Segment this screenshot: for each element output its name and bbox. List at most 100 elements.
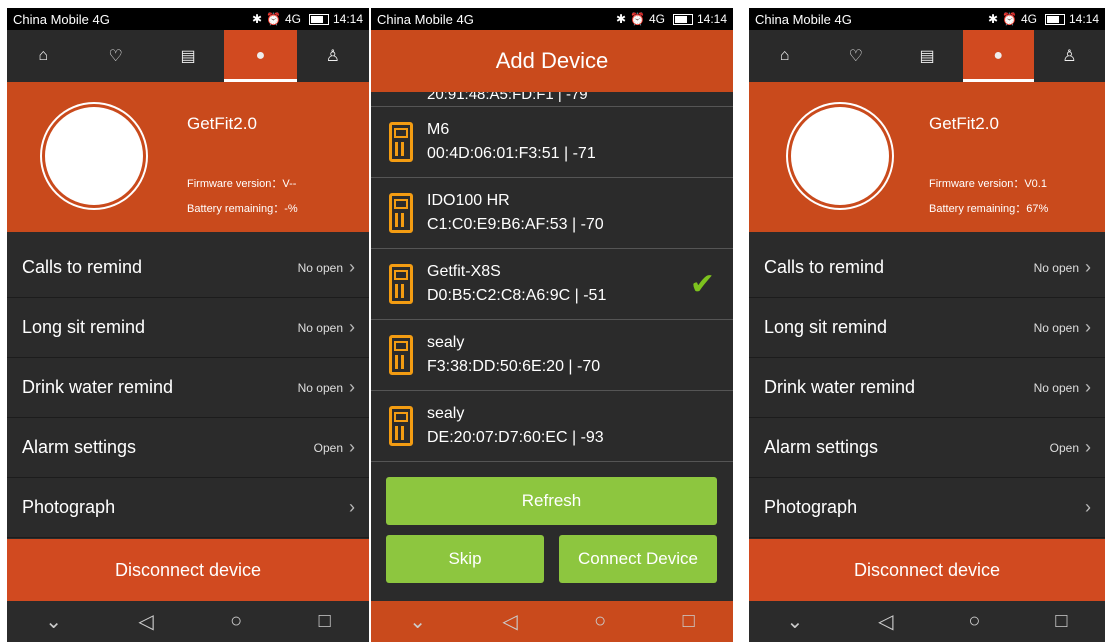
device-phone-icon — [389, 335, 413, 375]
row-value: No open — [1033, 320, 1079, 335]
phone-screen-settings-disconnected: China Mobile 4G ✱ ⏰ 4G 14:14 ⌂ ♡ ▤ ● ♙ G… — [7, 8, 369, 642]
disconnect-device-button[interactable]: Disconnect device — [749, 539, 1105, 601]
device-phone-icon — [389, 193, 413, 233]
row-label: Long sit remind — [22, 317, 146, 337]
device-detail: 00:4D:06:01:F3:51 | -71 — [427, 145, 596, 162]
device-name: sealy — [427, 405, 465, 422]
device-phone-icon — [389, 122, 413, 162]
row-photograph[interactable]: Photograph › — [749, 478, 1105, 538]
tab-device[interactable]: ● — [962, 30, 1035, 82]
skip-button[interactable]: Skip — [386, 535, 544, 583]
tab-device[interactable]: ● — [224, 30, 298, 82]
tab-home[interactable]: ⌂ — [7, 30, 79, 82]
row-value: No open — [297, 380, 343, 395]
profile-icon: ♙ — [1062, 48, 1077, 65]
profile-icon: ♙ — [325, 48, 340, 65]
row-label: Calls to remind — [764, 257, 885, 277]
list-item-device[interactable]: sealy DE:20:07:D7:60:EC | -93 — [371, 391, 733, 462]
list-item-device[interactable]: sealy F3:38:DD:50:6E:20 | -70 — [371, 320, 733, 391]
row-value: No open — [297, 260, 343, 275]
list-item-device[interactable]: M6 00:4D:06:01:F3:51 | -71 — [371, 107, 733, 178]
home-icon: ⌂ — [38, 47, 49, 64]
home-circle-icon[interactable]: ○ — [594, 610, 606, 633]
row-alarm-settings[interactable]: Alarm settings Open › — [7, 418, 369, 478]
device-avatar — [791, 107, 889, 205]
tab-profile[interactable]: ♙ — [1034, 30, 1105, 82]
battery-remaining: Battery remaining：-% — [187, 203, 298, 215]
row-label: Photograph — [22, 497, 116, 517]
firmware-version: Firmware version：V-- — [187, 178, 297, 190]
carrier-label: China Mobile 4G — [755, 11, 852, 27]
tab-report[interactable]: ▤ — [152, 30, 224, 82]
clock: 14:14 — [1068, 12, 1099, 26]
recent-apps-icon[interactable]: □ — [683, 610, 695, 633]
row-drink-water-remind[interactable]: Drink water remind No open › — [7, 358, 369, 418]
battery-icon — [672, 13, 693, 25]
tab-home[interactable]: ⌂ — [749, 30, 820, 82]
connect-device-button[interactable]: Connect Device — [559, 535, 717, 583]
back-icon[interactable]: ◁ — [502, 609, 517, 634]
row-photograph[interactable]: Photograph › — [7, 478, 369, 538]
device-name: sealy — [427, 334, 465, 351]
row-label: Drink water remind — [22, 377, 174, 397]
page-title: Add Device — [371, 30, 733, 92]
home-icon: ⌂ — [779, 47, 790, 64]
refresh-button[interactable]: Refresh — [386, 477, 717, 525]
heart-rate-icon: ♡ — [108, 48, 123, 65]
home-circle-icon[interactable]: ○ — [230, 610, 242, 633]
firmware-version: Firmware version：V0.1 — [929, 178, 1047, 190]
row-long-sit-remind[interactable]: Long sit remind No open › — [749, 298, 1105, 358]
device-name: M6 — [427, 121, 450, 138]
bluetooth-icon: ✱ — [987, 12, 998, 26]
alarm-icon: ⏰ — [1002, 12, 1017, 26]
document-icon: ▤ — [180, 48, 196, 65]
network-label: 4G — [648, 12, 665, 26]
android-nav-bar: ⌄ ◁ ○ □ — [749, 601, 1105, 642]
network-label: 4G — [284, 12, 301, 26]
bluetooth-icon: ✱ — [251, 12, 262, 26]
row-long-sit-remind[interactable]: Long sit remind No open › — [7, 298, 369, 358]
chevron-right-icon: › — [1085, 497, 1091, 517]
tab-heart-rate[interactable]: ♡ — [79, 30, 151, 82]
tab-heart-rate[interactable]: ♡ — [820, 30, 891, 82]
home-circle-icon[interactable]: ○ — [968, 610, 980, 633]
checkmark-icon: ✔ — [689, 268, 715, 301]
recent-apps-icon[interactable]: □ — [1055, 610, 1067, 633]
row-label: Drink water remind — [764, 377, 916, 397]
chevron-right-icon: › — [349, 317, 355, 337]
tab-bar: ⌂ ♡ ▤ ● ♙ — [749, 30, 1105, 82]
android-nav-bar: ⌄ ◁ ○ □ — [7, 601, 369, 642]
row-value: No open — [1033, 380, 1079, 395]
tab-report[interactable]: ▤ — [891, 30, 962, 82]
status-bar: China Mobile 4G ✱ ⏰ 4G 14:14 — [749, 8, 1105, 30]
alarm-icon: ⏰ — [266, 12, 281, 26]
row-calls-to-remind[interactable]: Calls to remind No open › — [749, 238, 1105, 298]
row-alarm-settings[interactable]: Alarm settings Open › — [749, 418, 1105, 478]
row-drink-water-remind[interactable]: Drink water remind No open › — [749, 358, 1105, 418]
status-bar: China Mobile 4G ✱ ⏰ 4G 14:14 — [7, 8, 369, 30]
list-item-device[interactable]: IDO100 HR C1:C0:E9:B6:AF:53 | -70 — [371, 178, 733, 249]
disconnect-device-button[interactable]: Disconnect device — [7, 539, 369, 601]
row-label: Photograph — [764, 497, 858, 517]
heart-rate-icon: ♡ — [848, 48, 863, 65]
tab-bar: ⌂ ♡ ▤ ● ♙ — [7, 30, 369, 82]
back-icon[interactable]: ◁ — [138, 609, 153, 634]
device-info-panel: GetFit2.0 Firmware version：V-- Battery r… — [7, 82, 369, 232]
device-icon: ● — [255, 47, 266, 64]
phone-screen-add-device: China Mobile 4G ✱ ⏰ 4G 14:14 Add Device … — [371, 8, 733, 642]
row-calls-to-remind[interactable]: Calls to remind No open › — [7, 238, 369, 298]
list-item-device-selected[interactable]: Getfit-X8S D0:B5:C2:C8:A6:9C | -51 ✔ — [371, 249, 733, 320]
device-list: 20:91:48:A5:FD:F1 | -79 M6 00:4D:06:01:F3… — [371, 92, 733, 472]
chevron-down-icon[interactable]: ⌄ — [45, 609, 62, 634]
device-icon: ● — [993, 47, 1004, 64]
chevron-down-icon[interactable]: ⌄ — [786, 609, 803, 634]
battery-remaining: Battery remaining：67% — [929, 203, 1049, 215]
recent-apps-icon[interactable]: □ — [319, 610, 331, 633]
back-icon[interactable]: ◁ — [878, 609, 893, 634]
list-item-partial[interactable]: 20:91:48:A5:FD:F1 | -79 — [371, 92, 733, 107]
chevron-down-icon[interactable]: ⌄ — [409, 609, 426, 634]
row-label: Calls to remind — [22, 257, 143, 277]
tab-profile[interactable]: ♙ — [297, 30, 369, 82]
document-icon: ▤ — [919, 48, 935, 65]
network-label: 4G — [1020, 12, 1037, 26]
